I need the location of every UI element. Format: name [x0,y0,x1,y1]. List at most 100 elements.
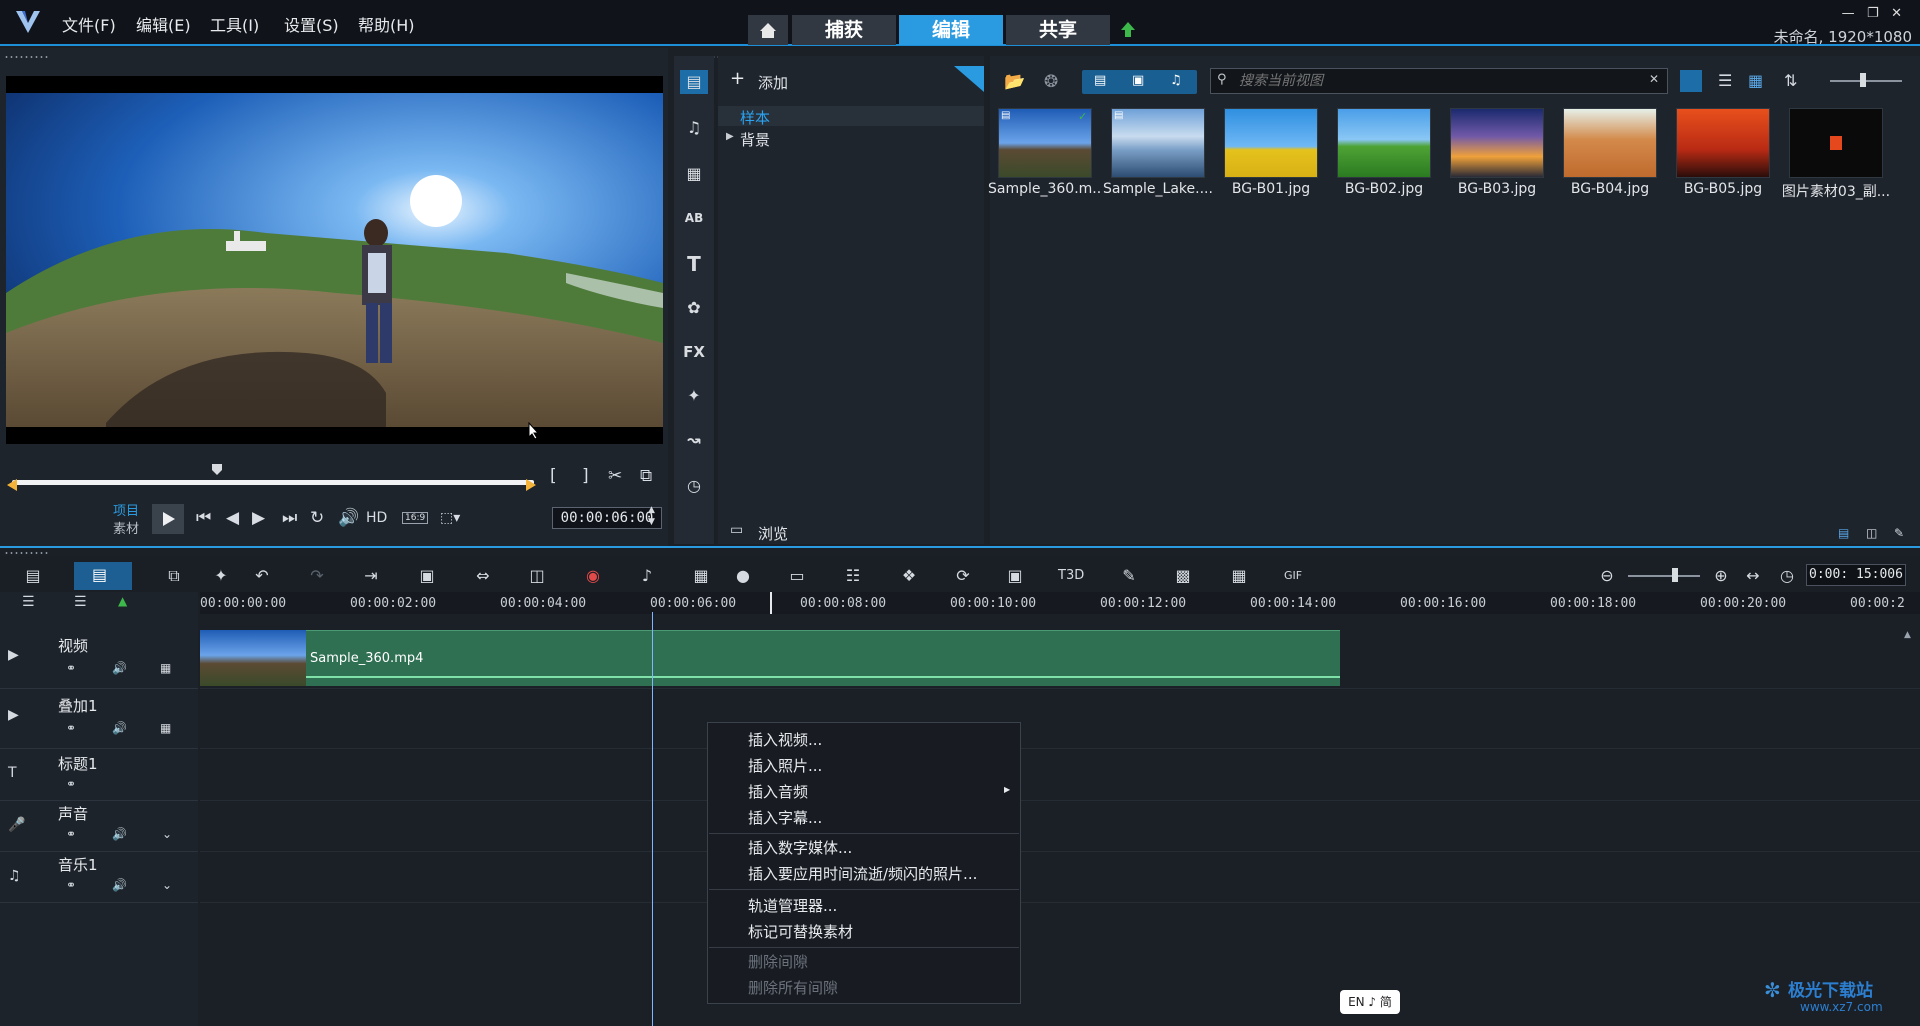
menu-insert-photo[interactable]: 插入照片... [748,755,822,776]
fx-filter-icon[interactable]: FX [682,340,706,364]
clock-icon[interactable]: ◷ [1776,565,1798,587]
close-button[interactable]: ✕ [1891,6,1902,21]
crop-icon[interactable]: ▣ [416,565,438,587]
chapter-icon[interactable]: ☰ [74,594,87,610]
360-icon[interactable]: ▦ [160,721,171,735]
scrubber-handle[interactable] [210,462,224,476]
timeline-clip[interactable]: Sample_360.mp4 [306,630,1340,686]
tab-capture[interactable]: 捕获 [792,15,896,45]
library-view-icon[interactable]: ▤ [1838,526,1849,540]
menu-settings[interactable]: 设置(S) [284,12,339,36]
menu-insert-video[interactable]: 插入视频... [748,729,822,750]
clear-search-icon[interactable]: ✕ [1649,72,1659,86]
mute-icon[interactable]: 🔊 [112,827,127,841]
motion-path-icon[interactable]: ↝ [682,428,706,452]
track-header-video[interactable]: ▶ 视频 ⚭ 🔊 ▦ [0,629,198,689]
media-library-icon[interactable]: ▤ [680,70,708,94]
view-grid-icon[interactable]: ▦ [1748,71,1763,90]
playhead-line[interactable] [652,612,653,1026]
mask-icon[interactable]: ● [732,565,754,587]
curve-icon[interactable]: ▦ [1228,565,1250,587]
color-grading-icon[interactable]: ▩ [1172,565,1194,587]
minimize-button[interactable]: — [1842,6,1855,21]
mute-icon[interactable]: 🔊 [112,878,127,892]
instant-project-icon[interactable]: ♫ [682,116,706,140]
search-input[interactable] [1239,71,1639,91]
trim-end-marker[interactable] [526,479,536,491]
ime-indicator[interactable]: EN ♪ 简 [1340,990,1400,1014]
scroll-up-icon[interactable]: ▲ [1904,630,1911,640]
copy-icon[interactable]: ⧉ [163,565,185,587]
track-manager-icon[interactable]: ☰ [22,594,35,610]
restore-button[interactable]: ❐ [1867,6,1879,21]
motion-tracking-icon[interactable]: ❖ [898,565,920,587]
hd-preview-button[interactable]: HD [366,510,387,526]
home-button[interactable] [748,15,788,45]
split-view-icon[interactable]: ◫ [1866,526,1877,540]
upload-icon[interactable] [1118,20,1138,40]
link-icon[interactable]: ⚭ [66,777,76,791]
sort-icon[interactable]: ⇅ [1784,71,1797,90]
panel-grip[interactable] [4,551,50,555]
aspect-ratio-button[interactable]: 16:9 [402,512,429,524]
record-icon[interactable]: ◉ [582,565,604,587]
browse-button[interactable]: 浏览 [758,523,788,544]
link-icon[interactable]: ⚭ [66,721,76,735]
panel-divider[interactable] [0,546,1920,548]
track-header-title[interactable]: T 标题1 ⚭ [0,749,198,801]
track-lane-voice[interactable] [200,801,1920,852]
filter-photo-icon[interactable]: ▣ [1132,73,1144,88]
link-icon[interactable]: ⚭ [66,827,76,841]
zoom-slider[interactable] [1628,575,1700,577]
track-header-voice[interactable]: 🎤 声音 ⚭ 🔊 ⌄ [0,801,198,852]
view-thumbnail-icon[interactable] [1680,70,1702,92]
media-thumb[interactable] [1676,108,1770,178]
menu-track-manager[interactable]: 轨道管理器... [748,895,837,916]
thumbnail-size-handle[interactable] [1860,73,1866,87]
mark-out-button[interactable]: ] [582,466,589,486]
mute-icon[interactable]: 🔊 [112,721,127,735]
transition-icon[interactable]: ▦ [682,162,706,186]
tab-edit[interactable]: 编辑 [899,15,1003,45]
add-marker-icon[interactable]: ▲ [118,594,127,608]
folder-open-icon[interactable]: 📂 [1004,72,1025,92]
graphics-icon[interactable]: ✿ [682,296,706,320]
split-icon[interactable]: ⇔ [472,565,494,587]
track-lane-music[interactable] [200,852,1920,903]
gif-icon[interactable]: GIF [1282,565,1304,587]
go-to-end-icon[interactable]: ⏭ [282,508,297,528]
pin-panel-icon[interactable] [954,66,984,92]
menu-file[interactable]: 文件(F) [62,12,116,36]
panel-grip[interactable] [4,55,50,59]
media-thumb[interactable] [1450,108,1544,178]
menu-help[interactable]: 帮助(H) [358,12,415,36]
volume-icon[interactable]: 🔊 [338,508,359,528]
edit-icon[interactable]: ✎ [1894,526,1904,540]
magic-effect-icon[interactable]: ✦ [682,384,706,408]
track-header-overlay[interactable]: ▶ 叠加1 ⚭ 🔊 ▦ [0,689,198,749]
fit-project-icon[interactable]: ↔ [1742,565,1764,587]
menu-insert-audio[interactable]: 插入音频 [748,781,808,802]
tab-share[interactable]: 共享 [1006,15,1110,45]
repeat-icon[interactable]: ↻ [310,508,324,528]
menu-insert-subtitle[interactable]: 插入字幕... [748,807,822,828]
clip-thumbnail[interactable] [200,630,306,686]
current-position-marker[interactable] [770,592,772,614]
media-thumb[interactable] [1337,108,1431,178]
browse-icon[interactable]: ▭ [730,522,743,538]
menu-insert-timelapse-photo[interactable]: 插入要应用时间流逝/频闪的照片... [748,863,977,884]
expand-arrow-icon[interactable]: ▶ [726,131,734,142]
tree-item-background[interactable]: ▶ 背景 [718,128,984,149]
menu-mark-replaceable[interactable]: 标记可替换素材 [748,921,853,942]
media-thumb[interactable] [1224,108,1318,178]
timeline-view-button[interactable]: ▤ [74,562,132,590]
title-template-icon[interactable]: AB [682,206,706,230]
timecode-up-icon[interactable]: ▲ [648,505,655,515]
fit-icon[interactable]: ⇥ [360,565,382,587]
enlarge-preview-icon[interactable]: ⧉ [640,466,652,486]
title-icon[interactable]: T [682,252,706,276]
play-button[interactable] [152,504,184,534]
tree-item-sample[interactable]: 样本 [718,106,984,127]
track-lane-title[interactable] [200,749,1920,801]
paint-icon[interactable]: ✎ [1118,565,1140,587]
